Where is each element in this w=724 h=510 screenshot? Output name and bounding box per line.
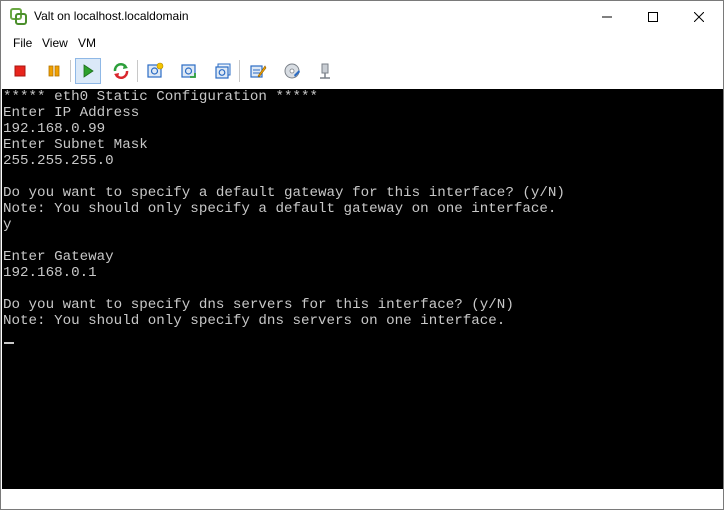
maximize-icon	[648, 11, 658, 22]
cd-dvd-button[interactable]	[279, 58, 305, 84]
network-icon	[320, 63, 330, 79]
window-title: Valt on localhost.localdomain	[34, 9, 189, 23]
minimize-icon	[602, 16, 612, 17]
reset-button[interactable]	[108, 58, 134, 84]
take-snapshot-button[interactable]	[142, 58, 168, 84]
console-line: Note: You should only specify a default …	[3, 201, 557, 217]
network-button[interactable]	[312, 58, 338, 84]
cd-dvd-icon	[284, 63, 300, 79]
close-icon	[694, 11, 704, 22]
edit-settings-icon	[250, 65, 267, 78]
manage-snapshots-icon	[215, 63, 231, 79]
console-line: y	[3, 217, 12, 233]
console-line: Enter Subnet Mask	[3, 137, 148, 153]
status-strip	[1, 489, 723, 509]
console-line: Enter Gateway	[3, 249, 114, 265]
console-line: Do you want to specify a default gateway…	[3, 185, 565, 201]
console-line: 192.168.0.99	[3, 121, 106, 137]
console-line: Do you want to specify dns servers for t…	[3, 297, 514, 313]
stop-icon	[14, 65, 26, 77]
title-bar[interactable]: Valt on localhost.localdomain	[1, 1, 723, 32]
console-line: 255.255.255.0	[3, 153, 114, 169]
pause-icon	[48, 65, 60, 77]
toolbar	[1, 55, 723, 87]
revert-snapshot-icon	[181, 64, 196, 78]
menu-view[interactable]: View	[42, 36, 68, 50]
console-line: ***** eth0 Static Configuration *****	[3, 89, 319, 105]
manage-snapshots-button[interactable]	[210, 58, 236, 84]
vm-console-screen[interactable]: ***** eth0 Static Configuration ***** En…	[2, 89, 723, 489]
console-line: Enter IP Address	[3, 105, 140, 121]
toolbar-separator	[239, 60, 240, 82]
toolbar-separator	[137, 60, 138, 82]
maximize-button[interactable]	[630, 1, 676, 32]
suspend-button[interactable]	[41, 58, 67, 84]
play-icon	[83, 64, 94, 78]
console-line: 192.168.0.1	[3, 265, 97, 281]
edit-settings-button[interactable]	[245, 58, 271, 84]
minimize-button[interactable]	[584, 1, 630, 32]
close-button[interactable]	[676, 1, 722, 32]
reset-icon	[113, 63, 129, 79]
toolbar-separator	[70, 60, 71, 82]
menu-bar: File View VM	[1, 32, 723, 54]
vsphere-app-icon	[10, 8, 27, 25]
power-off-button[interactable]	[7, 58, 33, 84]
power-on-button[interactable]	[75, 58, 101, 84]
text-cursor	[4, 342, 14, 344]
snapshot-icon	[147, 62, 164, 78]
console-line: Note: You should only specify dns server…	[3, 313, 506, 329]
menu-file[interactable]: File	[13, 36, 32, 50]
vm-console-window: Valt on localhost.localdomain File View …	[0, 0, 724, 510]
menu-vm[interactable]: VM	[78, 36, 96, 50]
revert-snapshot-button[interactable]	[176, 58, 202, 84]
